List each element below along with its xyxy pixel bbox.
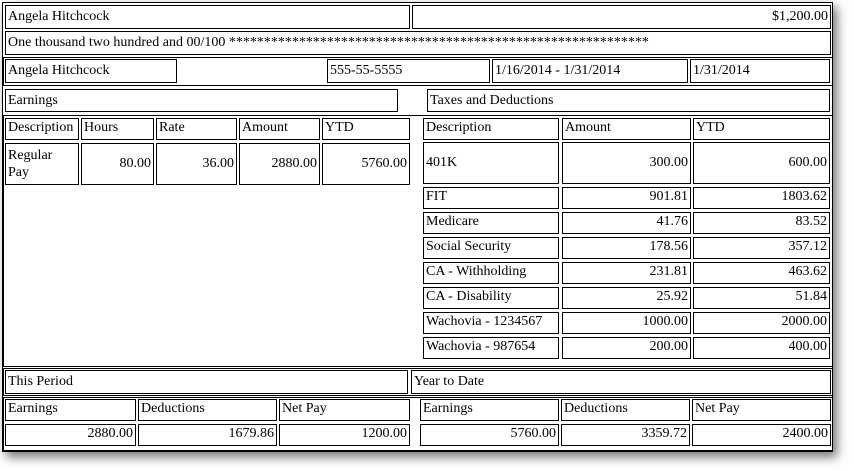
earnings-cell-ytd: 5760.00 bbox=[322, 143, 410, 185]
deduction-row-amount: 200.00 bbox=[562, 337, 691, 359]
deduction-row-description: Medicare bbox=[423, 212, 559, 234]
year-to-date-title: Year to Date bbox=[411, 370, 831, 394]
deduction-row-description: CA - Withholding bbox=[423, 262, 559, 284]
this-period-header-net-pay: Net Pay bbox=[279, 399, 410, 421]
deduction-row-ytd: 83.52 bbox=[693, 212, 830, 234]
ytd-net-pay-value: 2400.00 bbox=[692, 424, 831, 446]
deduction-row-description: Wachovia - 987654 bbox=[423, 337, 559, 359]
deduction-row-description: 401K bbox=[423, 142, 559, 184]
pay-date: 1/31/2014 bbox=[690, 59, 830, 83]
check-payee: Angela Hitchcock bbox=[5, 5, 410, 29]
employee-name: Angela Hitchcock bbox=[5, 59, 177, 83]
this-period-net-pay-value: 1200.00 bbox=[279, 424, 410, 446]
deduction-row-ytd: 51.84 bbox=[693, 287, 830, 309]
deductions-header-description: Description bbox=[423, 118, 559, 140]
deduction-row-ytd: 400.00 bbox=[693, 337, 830, 359]
earnings-header-amount: Amount bbox=[239, 118, 320, 140]
earnings-header-ytd: YTD bbox=[322, 118, 410, 140]
ytd-earnings-value: 5760.00 bbox=[420, 424, 559, 446]
earnings-cell-description: Regular Pay bbox=[5, 143, 79, 185]
deduction-row-amount: 41.76 bbox=[562, 212, 691, 234]
ytd-header-deductions: Deductions bbox=[561, 399, 690, 421]
deduction-row-ytd: 1803.62 bbox=[693, 187, 830, 209]
ytd-deductions-value: 3359.72 bbox=[561, 424, 690, 446]
deduction-row-ytd: 357.12 bbox=[693, 237, 830, 259]
earnings-header-hours: Hours bbox=[81, 118, 154, 140]
deduction-row-ytd: 2000.00 bbox=[693, 312, 830, 334]
ytd-header-earnings: Earnings bbox=[420, 399, 559, 421]
deduction-row-description: Social Security bbox=[423, 237, 559, 259]
earnings-header-rate: Rate bbox=[156, 118, 237, 140]
deduction-row-amount: 25.92 bbox=[562, 287, 691, 309]
pay-period: 1/16/2014 - 1/31/2014 bbox=[492, 59, 688, 83]
deduction-row-amount: 231.81 bbox=[562, 262, 691, 284]
this-period-deductions-value: 1679.86 bbox=[138, 424, 277, 446]
earnings-cell-hours: 80.00 bbox=[81, 143, 154, 185]
deductions-header-amount: Amount bbox=[562, 118, 691, 140]
deduction-row-amount: 1000.00 bbox=[562, 312, 691, 334]
earnings-section-title: Earnings bbox=[5, 89, 398, 112]
earnings-cell-amount: 2880.00 bbox=[239, 143, 320, 185]
pay-stub: Angela Hitchcock $1,200.00 One thousand … bbox=[2, 2, 833, 452]
employee-ssn: 555-55-5555 bbox=[327, 59, 490, 83]
this-period-earnings-value: 2880.00 bbox=[5, 424, 136, 446]
deduction-row-ytd: 463.62 bbox=[693, 262, 830, 284]
earnings-cell-rate: 36.00 bbox=[156, 143, 237, 185]
deductions-header-ytd: YTD bbox=[693, 118, 830, 140]
deduction-row-amount: 901.81 bbox=[562, 187, 691, 209]
deduction-row-description: Wachovia - 1234567 bbox=[423, 312, 559, 334]
check-amount: $1,200.00 bbox=[412, 5, 831, 29]
deduction-row-amount: 300.00 bbox=[562, 142, 691, 184]
ytd-header-net-pay: Net Pay bbox=[692, 399, 831, 421]
deduction-row-description: CA - Disability bbox=[423, 287, 559, 309]
deduction-row-amount: 178.56 bbox=[562, 237, 691, 259]
deduction-row-ytd: 600.00 bbox=[693, 142, 830, 184]
earnings-header-description: Description bbox=[5, 118, 79, 140]
check-amount-words: One thousand two hundred and 00/100 ****… bbox=[5, 31, 831, 55]
this-period-header-earnings: Earnings bbox=[5, 399, 136, 421]
this-period-title: This Period bbox=[5, 370, 408, 394]
deductions-section-title: Taxes and Deductions bbox=[427, 89, 830, 112]
this-period-header-deductions: Deductions bbox=[138, 399, 277, 421]
deduction-row-description: FIT bbox=[423, 187, 559, 209]
